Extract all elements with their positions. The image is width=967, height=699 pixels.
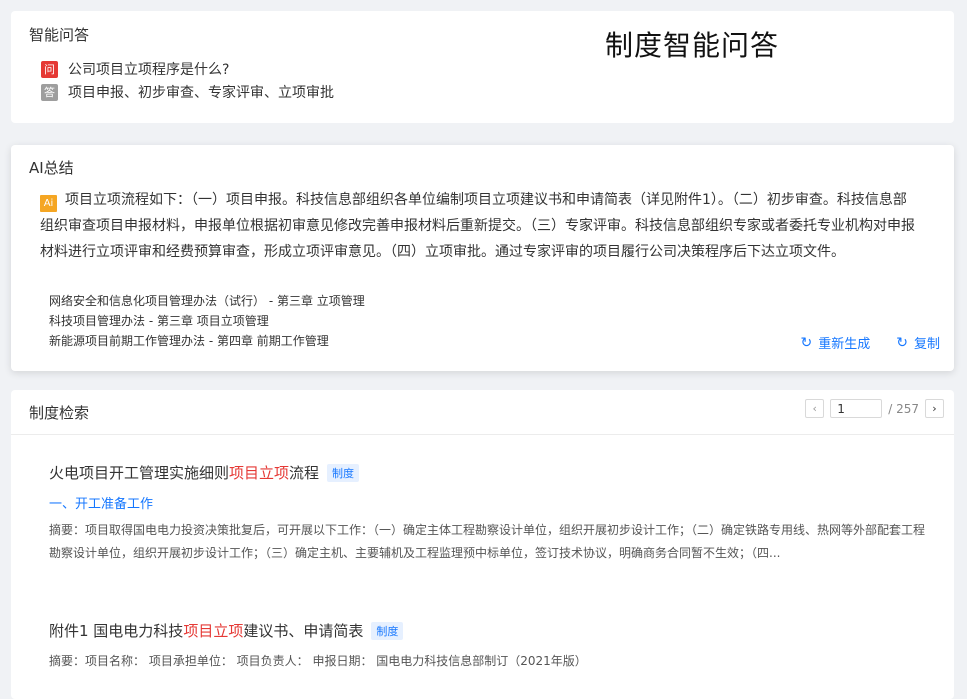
ai-icon: Ai (40, 195, 57, 212)
regulation-search-card: 制度检索 ‹ / 257 › 火电项目开工管理实施细则项目立项流程 制度 一、开… (11, 390, 954, 699)
ai-summary-card: AI总结 Ai 项目立项流程如下：（一）项目申报。科技信息部组织各单位编制项目立项… (11, 145, 954, 371)
qa-card: 智能问答 制度智能问答 问 公司项目立项程序是什么? 答 项目申报、初步审查、专… (11, 11, 954, 123)
regenerate-button[interactable]: ↻ 重新生成 (800, 333, 871, 353)
refresh-icon: ↻ (800, 334, 813, 351)
chevron-left-icon[interactable]: ‹ (805, 399, 825, 418)
page-total: / 257 (888, 401, 919, 416)
summary-section-title: AI总结 (29, 159, 74, 177)
question-badge-icon: 问 (41, 60, 58, 78)
copy-button[interactable]: ↻ 复制 (896, 333, 940, 353)
result-title-text: 附件1 国电电力科技 (49, 622, 184, 640)
copy-label: 复制 (913, 337, 940, 352)
divider (11, 434, 954, 435)
search-section-title: 制度检索 (29, 404, 90, 422)
search-result: 附件1 国电电力科技 项目立项 建议书、申请简表 制度 摘要：项目名称： 项目承担单… (49, 620, 929, 673)
chevron-right-icon[interactable]: › (925, 399, 944, 418)
result-abstract: 摘要：项目名称： 项目承担单位： 项目负责人： 申报日期： 国电电力科技信息部制… (49, 654, 587, 668)
pagination: ‹ / 257 › (805, 399, 944, 418)
summary-text: 项目立项流程如下：（一）项目申报。科技信息部组织各单位编制项目立项建议书和申请简… (40, 192, 915, 260)
result-tag: 制度 (371, 621, 404, 640)
reference-item[interactable]: 新能源项目前期工作管理办法 - 第四章 前期工作管理 (49, 331, 365, 351)
result-title-highlight: 项目立项 (183, 622, 244, 640)
result-title-highlight: 项目立项 (229, 464, 290, 482)
reference-item[interactable]: 科技项目管理办法 - 第三章 项目立项管理 (49, 311, 365, 331)
result-tag: 制度 (327, 463, 360, 482)
answer-badge-icon: 答 (41, 83, 58, 101)
answer-row: 答 项目申报、初步审查、专家评审、立项审批 (41, 82, 334, 102)
result-abstract: 摘要：项目取得国电电力投资决策批复后，可开展以下工作：（一）确定主体工程勘察设计… (49, 523, 926, 560)
page-number-input[interactable] (830, 399, 883, 418)
reference-item[interactable]: 网络安全和信息化项目管理办法（试行） - 第三章 立项管理 (49, 291, 365, 311)
result-title[interactable]: 附件1 国电电力科技 项目立项 建议书、申请简表 制度 (49, 620, 929, 641)
result-title-text: 火电项目开工管理实施细则 (49, 464, 230, 482)
result-title-text: 流程 (289, 464, 320, 482)
result-title[interactable]: 火电项目开工管理实施细则 项目立项 流程 制度 (49, 462, 929, 483)
qa-section-title: 智能问答 (29, 26, 90, 44)
search-result: 火电项目开工管理实施细则 项目立项 流程 制度 一、开工准备工作 摘要：项目取得国电… (49, 462, 929, 565)
copy-icon: ↻ (896, 334, 908, 351)
result-subheading[interactable]: 一、开工准备工作 (49, 493, 929, 512)
summary-actions: ↻ 重新生成 ↻ 复制 (800, 333, 941, 353)
regenerate-label: 重新生成 (818, 337, 871, 352)
question-row: 问 公司项目立项程序是什么? (41, 59, 229, 79)
reference-list: 网络安全和信息化项目管理办法（试行） - 第三章 立项管理 科技项目管理办法 -… (49, 291, 365, 351)
page-title: 制度智能问答 (605, 29, 780, 62)
summary-body: Ai 项目立项流程如下：（一）项目申报。科技信息部组织各单位编制项目立项建议书和申… (40, 187, 920, 265)
result-title-text: 建议书、申请简表 (243, 622, 364, 640)
answer-text: 项目申报、初步审查、专家评审、立项审批 (68, 85, 334, 101)
question-text: 公司项目立项程序是什么? (68, 62, 230, 78)
